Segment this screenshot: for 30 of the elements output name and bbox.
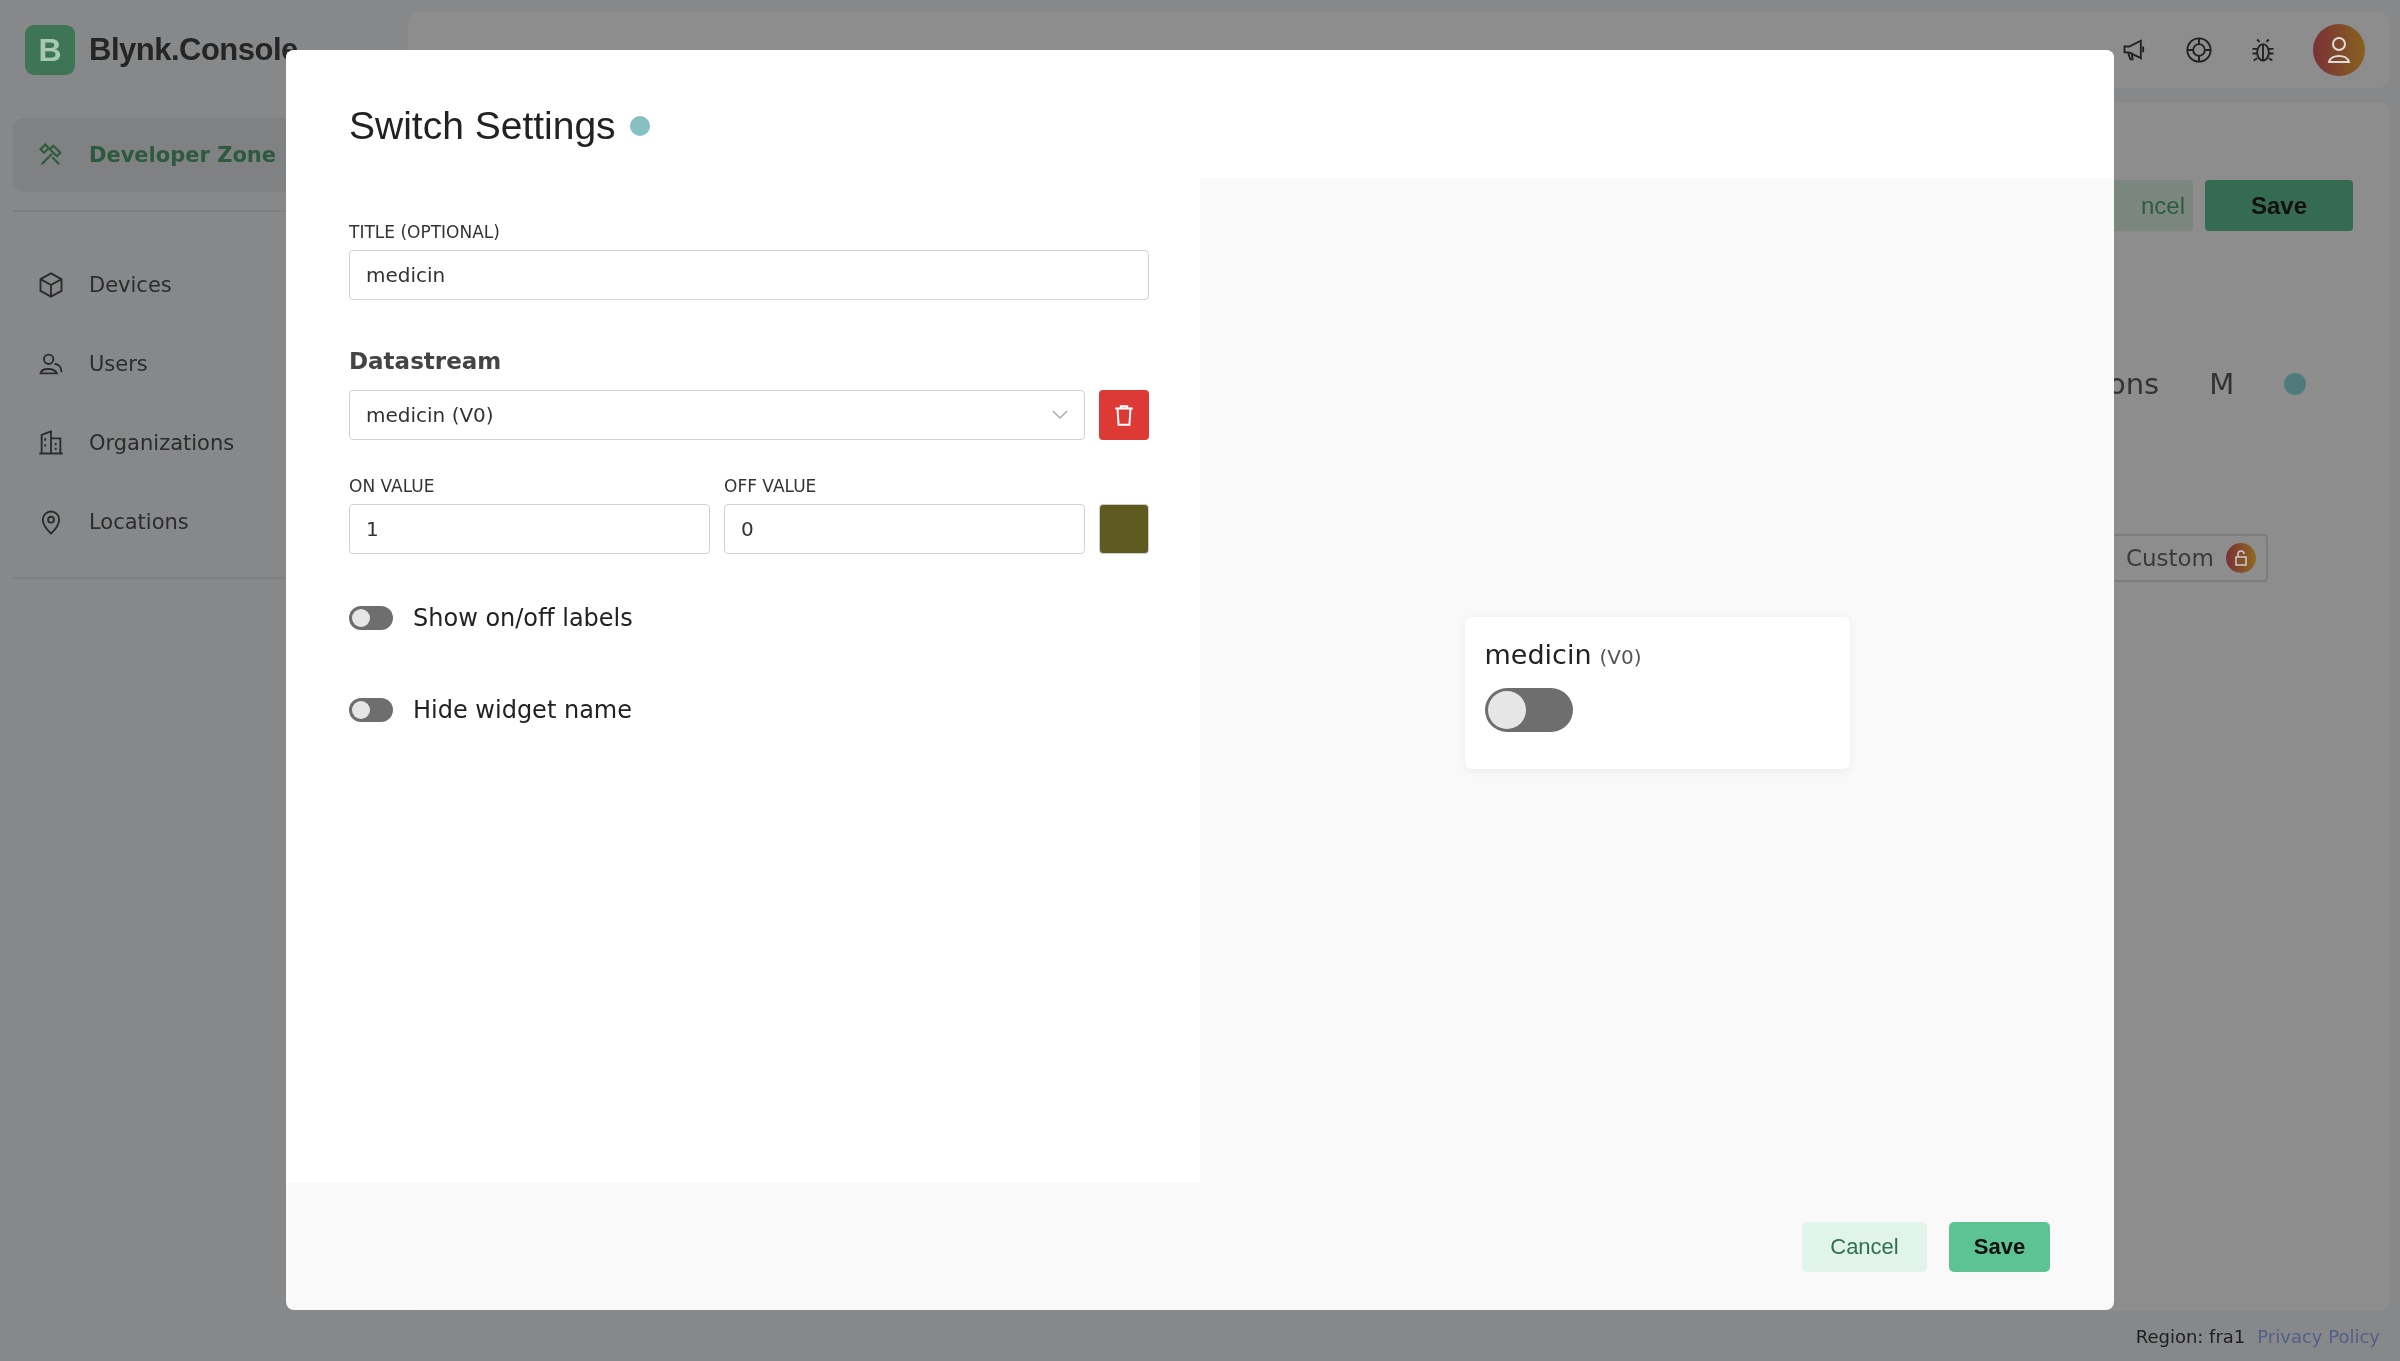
field-label: OFF VALUE bbox=[724, 476, 818, 496]
save-button[interactable]: Save bbox=[1949, 1221, 2050, 1272]
section-label: Datastream bbox=[349, 348, 503, 374]
avatar-icon[interactable] bbox=[2313, 24, 2365, 76]
chevron-down-icon bbox=[1052, 410, 1068, 420]
off-value-input[interactable]: 0 bbox=[724, 504, 1085, 554]
on-value-input[interactable]: 1 bbox=[349, 504, 710, 554]
toggle-switch[interactable] bbox=[349, 698, 393, 722]
switch-widget[interactable] bbox=[1484, 687, 1573, 732]
delete-button[interactable] bbox=[1099, 390, 1149, 440]
logo-mark: B bbox=[25, 25, 75, 75]
lifebuoy-icon[interactable] bbox=[2185, 36, 2213, 64]
field-label: TITLE (OPTIONAL) bbox=[349, 222, 501, 242]
lock-icon bbox=[2226, 543, 2256, 573]
toggle-switch[interactable] bbox=[349, 606, 393, 630]
field-label: ON VALUE bbox=[349, 476, 436, 496]
save-button[interactable]: Save bbox=[2205, 180, 2353, 231]
widget-name: medicin bbox=[1484, 638, 1592, 670]
datastream-select[interactable]: medicin (V0) bbox=[349, 390, 1085, 440]
color-swatch[interactable] bbox=[1099, 504, 1149, 554]
building-icon bbox=[37, 429, 65, 457]
cancel-button[interactable]: Cancel bbox=[1802, 1221, 1927, 1272]
tab[interactable]: M bbox=[2209, 367, 2235, 401]
region-text: Region: fra1 bbox=[2135, 1325, 2246, 1347]
logo-text: Blynk.Console bbox=[89, 32, 298, 68]
cube-icon bbox=[37, 271, 65, 299]
toggle-label: Hide widget name bbox=[413, 696, 632, 724]
title-input[interactable]: medicin bbox=[349, 250, 1149, 300]
toggle-label: Show on/off labels bbox=[413, 604, 633, 632]
widget-pin: (V0) bbox=[1599, 644, 1642, 669]
